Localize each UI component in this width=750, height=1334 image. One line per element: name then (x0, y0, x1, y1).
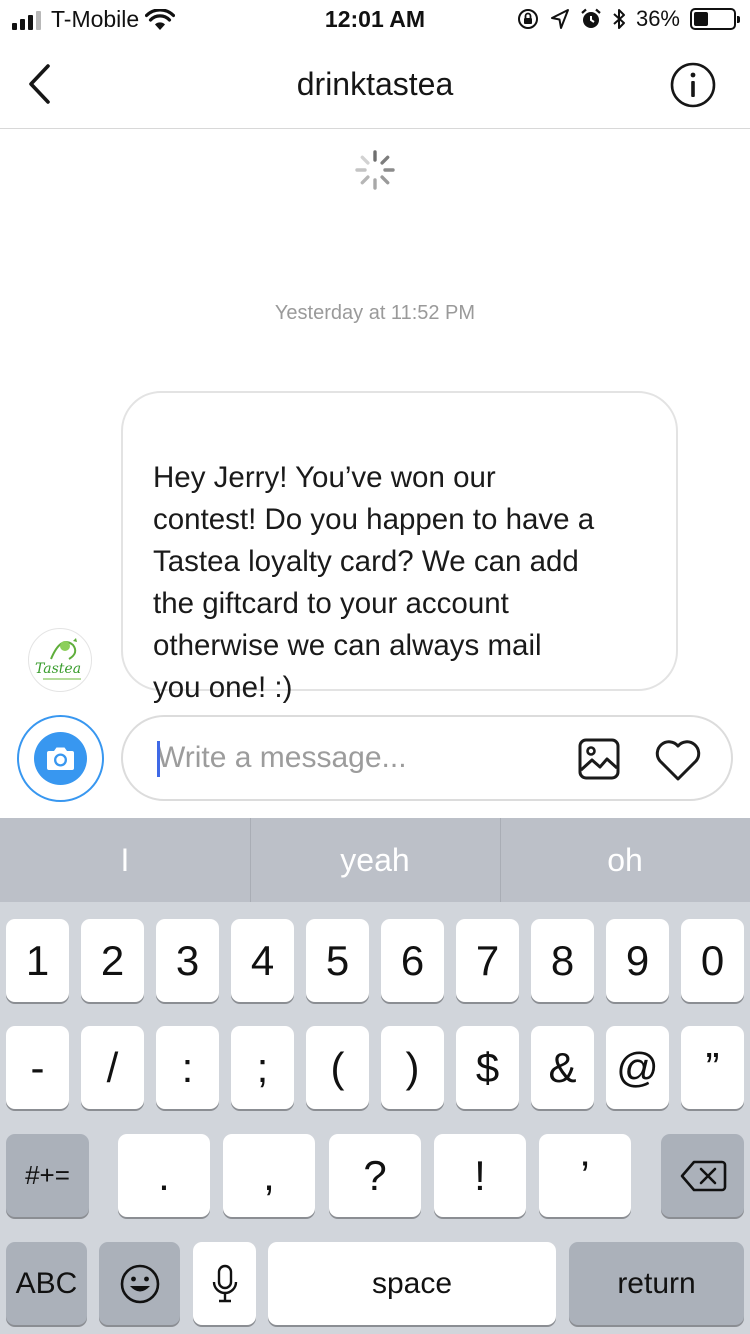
key-8[interactable]: 8 (531, 919, 594, 1002)
key-7[interactable]: 7 (456, 919, 519, 1002)
text-caret (157, 741, 160, 777)
key-quote[interactable]: ” (681, 1026, 744, 1109)
avatar[interactable]: Tastea (28, 628, 92, 692)
key-semicolon[interactable]: ; (231, 1026, 294, 1109)
space-key[interactable]: space (268, 1242, 556, 1325)
bluetooth-icon (613, 9, 625, 29)
emoji-key[interactable] (99, 1242, 180, 1325)
key-2[interactable]: 2 (81, 919, 144, 1002)
location-icon (550, 9, 569, 29)
return-key[interactable]: return (569, 1242, 744, 1325)
predictive-bar: I yeah oh (0, 818, 750, 902)
suggestion-1[interactable]: I (0, 818, 250, 902)
microphone-icon (212, 1264, 237, 1302)
suggestion-2[interactable]: yeah (250, 818, 500, 902)
key-slash[interactable]: / (81, 1026, 144, 1109)
gallery-icon[interactable] (577, 737, 621, 781)
status-bar: T-Mobile 12:01 AM 36% (0, 0, 750, 40)
key-question[interactable]: ? (329, 1134, 421, 1217)
key-5[interactable]: 5 (306, 919, 369, 1002)
status-right: 36% (516, 6, 740, 32)
key-9[interactable]: 9 (606, 919, 669, 1002)
camera-button[interactable] (17, 715, 104, 802)
info-icon[interactable] (670, 62, 716, 108)
battery-percent: 36% (635, 6, 680, 31)
backspace-icon (680, 1160, 726, 1191)
heart-icon[interactable] (653, 735, 703, 783)
delete-key[interactable] (661, 1134, 744, 1217)
key-1[interactable]: 1 (6, 919, 69, 1002)
suggestion-3[interactable]: oh (500, 818, 750, 902)
dm-screen: T-Mobile 12:01 AM 36% drinktastea Yester… (0, 0, 750, 1334)
received-message-bubble[interactable]: Hey Jerry! You’ve won our contest! Do yo… (121, 391, 678, 704)
spinner-icon (355, 150, 395, 190)
camera-icon (47, 747, 74, 770)
tastea-logo: Tastea (35, 638, 81, 680)
message-composer (121, 715, 733, 801)
dictation-key[interactable] (193, 1242, 256, 1325)
message-timestamp: Yesterday at 11:52 PM (274, 302, 476, 324)
key-colon[interactable]: : (156, 1026, 219, 1109)
key-4[interactable]: 4 (231, 919, 294, 1002)
key-0[interactable]: 0 (681, 919, 744, 1002)
key-more-symbols[interactable]: #+= (6, 1134, 89, 1217)
key-hyphen[interactable]: - (6, 1026, 69, 1109)
key-open-paren[interactable]: ( (306, 1026, 369, 1109)
key-ampersand[interactable]: & (531, 1026, 594, 1109)
keyboard: I yeah oh 1 2 3 4 5 6 7 8 9 0 - / : ; ( … (0, 818, 750, 1334)
battery-level-fill (694, 12, 708, 26)
battery-icon (690, 8, 740, 30)
key-comma[interactable]: , (223, 1134, 315, 1217)
key-3[interactable]: 3 (156, 919, 219, 1002)
key-apostrophe[interactable]: ’ (539, 1134, 631, 1217)
message-text: Hey Jerry! You’ve won our contest! Do yo… (153, 461, 595, 704)
key-abc[interactable]: ABC (6, 1242, 87, 1325)
key-dollar[interactable]: $ (456, 1026, 519, 1109)
chat-title[interactable]: drinktastea (0, 66, 750, 103)
key-exclamation[interactable]: ! (434, 1134, 526, 1217)
alarm-icon (581, 8, 601, 28)
key-at[interactable]: @ (606, 1026, 669, 1109)
avatar-logo-text: Tastea (35, 661, 81, 677)
key-6[interactable]: 6 (381, 919, 444, 1002)
message-input[interactable] (157, 735, 567, 781)
chat-header: drinktastea (0, 40, 750, 129)
key-close-paren[interactable]: ) (381, 1026, 444, 1109)
orientation-lock-icon (517, 9, 538, 29)
key-period[interactable]: . (118, 1134, 210, 1217)
camera-icon-bg (34, 732, 87, 785)
emoji-icon (120, 1264, 159, 1303)
